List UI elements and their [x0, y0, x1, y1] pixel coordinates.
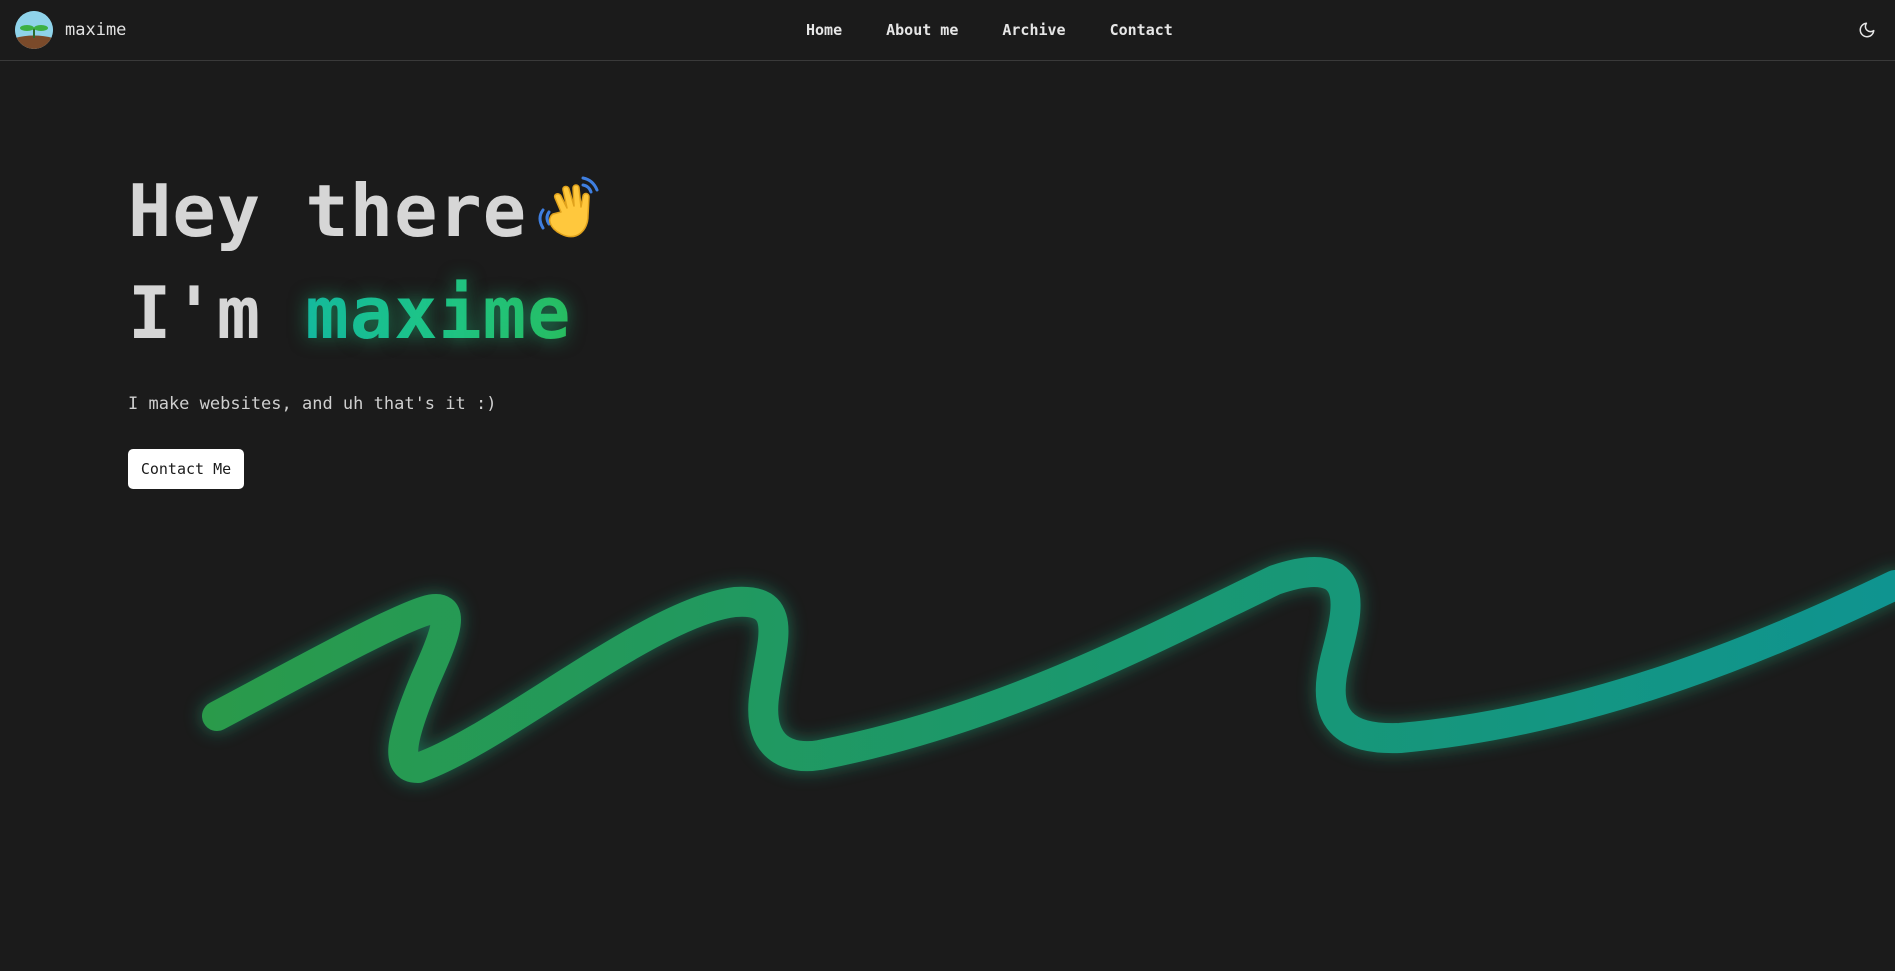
nav-link-contact[interactable]: Contact	[1110, 21, 1173, 39]
nav-link-about[interactable]: About me	[886, 21, 958, 39]
main-nav: Home About me Archive Contact	[806, 0, 1173, 60]
hero-greeting: Hey there	[128, 169, 528, 253]
theme-toggle-button[interactable]	[1856, 19, 1878, 41]
hero-name-text: maxime	[305, 271, 572, 355]
hero-tagline: I make websites, and uh that's it :)	[128, 394, 497, 414]
navbar: maxime Home About me Archive Contact	[0, 0, 1895, 61]
hero-section: Hey there I'm maxime	[128, 160, 607, 364]
waving-hand-icon	[533, 170, 607, 244]
decorative-squiggle	[202, 557, 1895, 783]
hero-greeting-line: Hey there	[128, 160, 607, 262]
hero-intro-prefix: I'm	[128, 271, 306, 355]
moon-icon	[1859, 22, 1875, 38]
nav-link-home[interactable]: Home	[806, 21, 842, 39]
contact-me-button[interactable]: Contact Me	[128, 449, 244, 489]
hero-intro-line: I'm maxime	[128, 262, 607, 364]
hero-name: maxime	[305, 262, 571, 364]
brand-name: maxime	[65, 20, 127, 40]
brand-link[interactable]: maxime	[15, 11, 126, 49]
sprout-logo-icon	[15, 11, 53, 49]
nav-link-archive[interactable]: Archive	[1002, 21, 1065, 39]
